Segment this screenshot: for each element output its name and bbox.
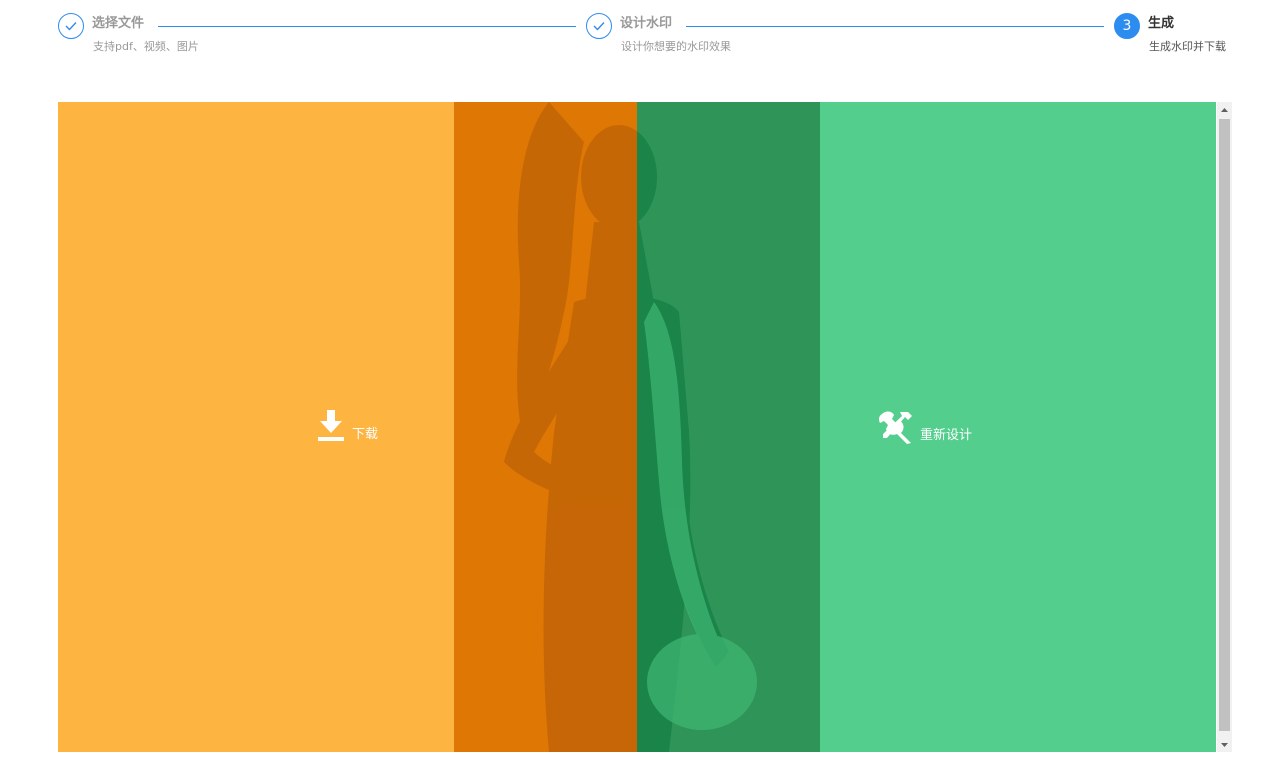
step-1-title: 选择文件 — [92, 16, 145, 31]
download-icon — [318, 410, 344, 442]
step-3-title: 生成 — [1148, 16, 1175, 31]
step-1-connector — [158, 26, 576, 27]
check-icon — [593, 22, 605, 31]
scroll-down-icon[interactable] — [1217, 737, 1232, 752]
download-label: 下载 — [352, 426, 379, 442]
redesign-label: 重新设计 — [920, 427, 973, 443]
watermarked-image-right — [637, 102, 820, 752]
step-1-desc: 支持pdf、视频、图片 — [93, 40, 199, 53]
step-3-number: 3 — [1114, 13, 1140, 39]
step-2-done-icon — [586, 13, 612, 39]
step-1-done-icon — [58, 13, 84, 39]
step-3-desc: 生成水印并下载 — [1149, 40, 1226, 53]
portrait-image — [504, 102, 637, 752]
step-2-connector — [686, 26, 1104, 27]
check-icon — [65, 22, 77, 31]
watermarked-image-left — [454, 102, 637, 752]
portrait-image — [637, 131, 757, 752]
page: 选择文件 支持pdf、视频、图片 设计水印 设计你想要的水印效果 3 生成 生成… — [0, 0, 1281, 776]
scroll-up-icon[interactable] — [1217, 102, 1232, 117]
download-button[interactable]: 下载 — [318, 410, 378, 442]
step-2-desc: 设计你想要的水印效果 — [621, 40, 731, 53]
step-2-title: 设计水印 — [620, 16, 673, 31]
result-stage: 下载 重新设计 — [58, 102, 1216, 752]
tools-icon — [878, 410, 914, 444]
redesign-button[interactable]: 重新设计 — [878, 410, 972, 444]
vertical-scrollbar[interactable] — [1217, 102, 1232, 752]
download-panel[interactable] — [58, 102, 454, 752]
scrollbar-thumb[interactable] — [1219, 119, 1230, 731]
